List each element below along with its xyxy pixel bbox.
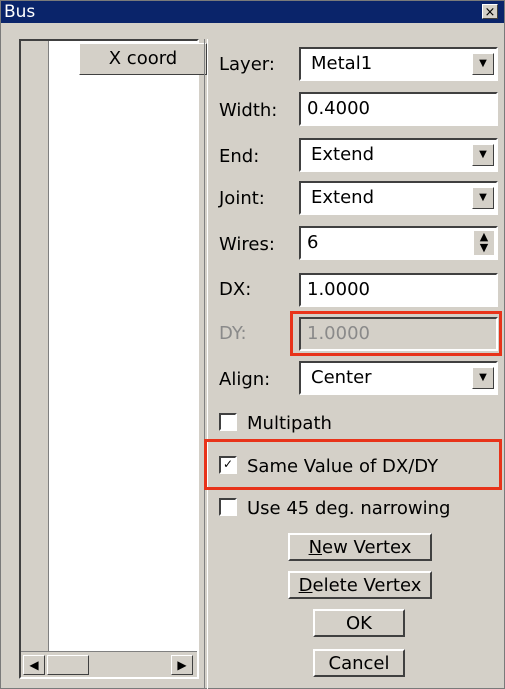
close-icon[interactable]: × [482, 4, 498, 20]
align-value: Center [311, 367, 372, 388]
title-bar: Bus × [1, 1, 504, 23]
scroll-left-icon[interactable]: ◀ [23, 655, 45, 675]
width-label: Width: [219, 100, 278, 121]
align-select[interactable]: Center ▼ [299, 361, 498, 395]
end-select[interactable]: Extend ▼ [299, 138, 498, 172]
x-coord-column-header[interactable]: X coord [79, 43, 207, 75]
align-label: Align: [219, 369, 271, 390]
wires-label: Wires: [219, 234, 275, 255]
joint-label: Joint: [219, 188, 265, 209]
multipath-label: Multipath [247, 413, 332, 434]
layer-value: Metal1 [311, 53, 373, 74]
chevron-down-icon[interactable]: ▼ [472, 367, 494, 389]
end-label: End: [219, 146, 260, 167]
dx-field[interactable]: 1.0000 [299, 273, 498, 307]
ok-button[interactable]: OK [313, 609, 405, 637]
chevron-down-icon[interactable]: ▼ [472, 144, 494, 166]
panel-divider [204, 39, 208, 689]
end-value: Extend [311, 144, 374, 165]
wires-value: 6 [307, 232, 319, 253]
same-dx-dy-highlight-box [204, 439, 502, 490]
delete-vertex-button[interactable]: Delete Vertex [288, 571, 432, 599]
cancel-button[interactable]: Cancel [313, 649, 405, 677]
width-field[interactable]: 0.4000 [299, 92, 498, 126]
layer-label: Layer: [219, 54, 275, 75]
vertex-list[interactable]: X coord ◀ ▶ [19, 39, 207, 679]
chevron-down-icon[interactable]: ▼ [472, 53, 494, 75]
joint-select[interactable]: Extend ▼ [299, 181, 498, 215]
narrowing-checkbox[interactable]: Use 45 deg. narrowing [219, 498, 450, 520]
row-header-gutter [21, 41, 49, 677]
checkbox-box[interactable] [219, 498, 237, 516]
window-title: Bus [4, 2, 36, 22]
dx-label: DX: [219, 279, 252, 300]
horizontal-scrollbar[interactable]: ◀ ▶ [21, 651, 197, 677]
narrowing-label: Use 45 deg. narrowing [247, 498, 451, 519]
joint-value: Extend [311, 187, 374, 208]
dy-label: DY: [219, 323, 247, 344]
wires-spinbox[interactable]: 6 ▲ ▼ [299, 226, 498, 260]
bus-dialog: Bus × X coord ◀ ▶ Layer: Metal1 ▼ Width:… [0, 0, 505, 689]
chevron-down-icon[interactable]: ▼ [472, 187, 494, 209]
scroll-right-icon[interactable]: ▶ [171, 655, 193, 675]
spinner-icon[interactable]: ▲ ▼ [474, 231, 494, 255]
new-vertex-button[interactable]: New Vertex [288, 533, 432, 561]
checkbox-box[interactable] [219, 413, 237, 431]
multipath-checkbox[interactable]: Multipath [219, 413, 332, 435]
dy-highlight-box [290, 311, 502, 356]
scroll-thumb[interactable] [47, 655, 89, 675]
layer-select[interactable]: Metal1 ▼ [299, 47, 498, 81]
